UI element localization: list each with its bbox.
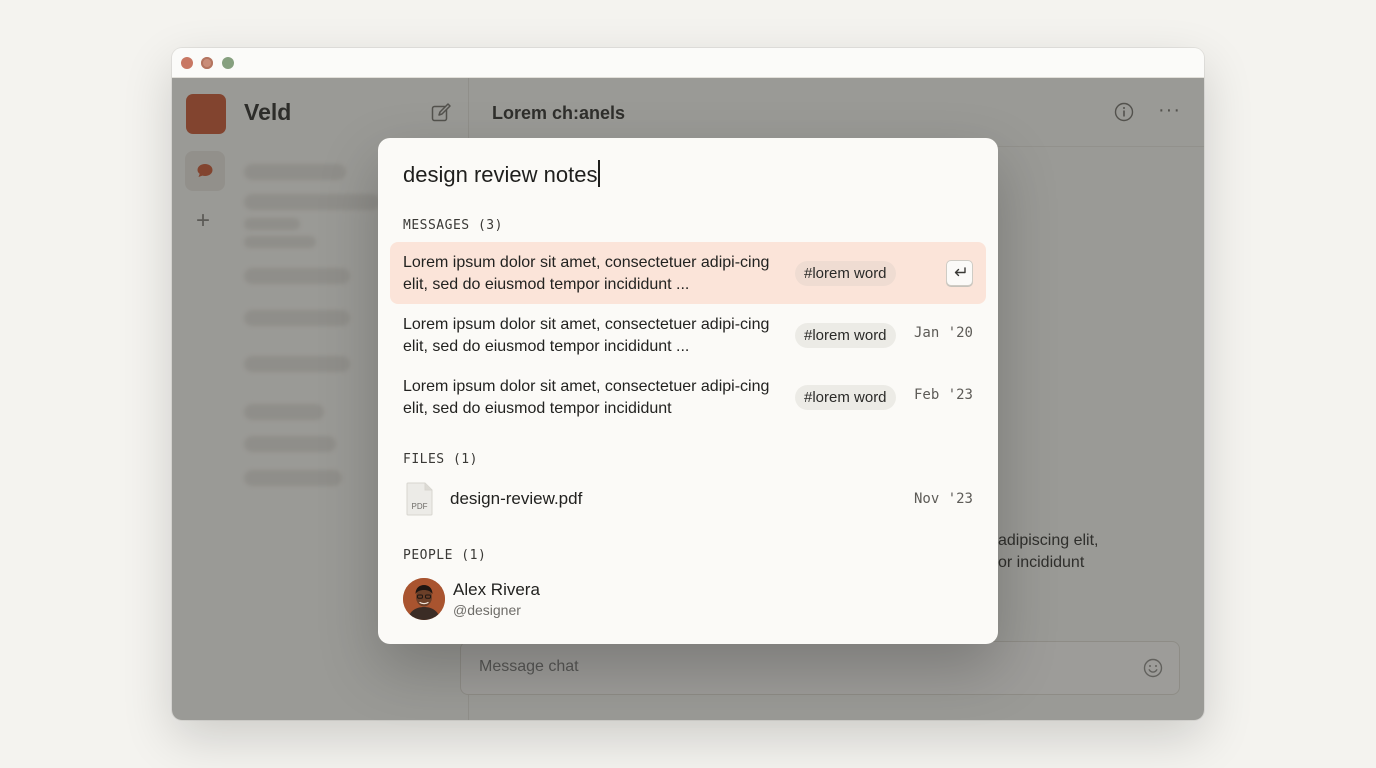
message-result[interactable]: Lorem ipsum dolor sit amet, consectetuer… — [390, 366, 986, 428]
channel-tag[interactable]: #lorem word — [795, 261, 896, 286]
files-section-header: FILES (1) — [403, 452, 478, 467]
text-caret — [598, 160, 600, 187]
file-date: Nov '23 — [913, 491, 973, 507]
avatar — [403, 578, 445, 620]
channel-tag[interactable]: #lorem word — [795, 385, 896, 410]
search-query-text: design review notes — [403, 162, 598, 187]
file-result[interactable]: PDF design-review.pdf Nov '23 — [390, 480, 986, 518]
messages-section-header: MESSAGES (3) — [403, 218, 503, 233]
search-query[interactable]: design review notes — [403, 160, 600, 188]
pdf-icon-label: PDF — [412, 502, 428, 511]
pdf-file-icon: PDF — [406, 482, 433, 516]
person-result[interactable]: Alex Rivera @designer — [390, 574, 986, 622]
person-handle: @designer — [453, 602, 521, 618]
search-palette: design review notes MESSAGES (3) Lorem i… — [378, 138, 998, 644]
channel-tag[interactable]: #lorem word — [795, 323, 896, 348]
file-name: design-review.pdf — [450, 489, 583, 508]
person-name: Alex Rivera — [453, 580, 540, 599]
message-date: Jan '20 — [913, 325, 973, 341]
title-bar — [172, 48, 1204, 78]
message-result[interactable]: Lorem ipsum dolor sit amet, consectetuer… — [390, 242, 986, 304]
message-result-text: Lorem ipsum dolor sit amet, consectetuer… — [403, 254, 770, 293]
enter-key-icon — [946, 260, 973, 286]
message-date: Feb '23 — [913, 387, 973, 403]
minimize-window-button[interactable] — [201, 57, 213, 69]
people-section-header: PEOPLE (1) — [403, 548, 487, 563]
close-window-button[interactable] — [181, 57, 193, 69]
message-result[interactable]: Lorem ipsum dolor sit amet, consectetuer… — [390, 304, 986, 366]
message-result-text: Lorem ipsum dolor sit amet, consectetuer… — [403, 316, 770, 355]
zoom-window-button[interactable] — [222, 57, 234, 69]
message-result-text: Lorem ipsum dolor sit amet, consectetuer… — [403, 378, 770, 417]
